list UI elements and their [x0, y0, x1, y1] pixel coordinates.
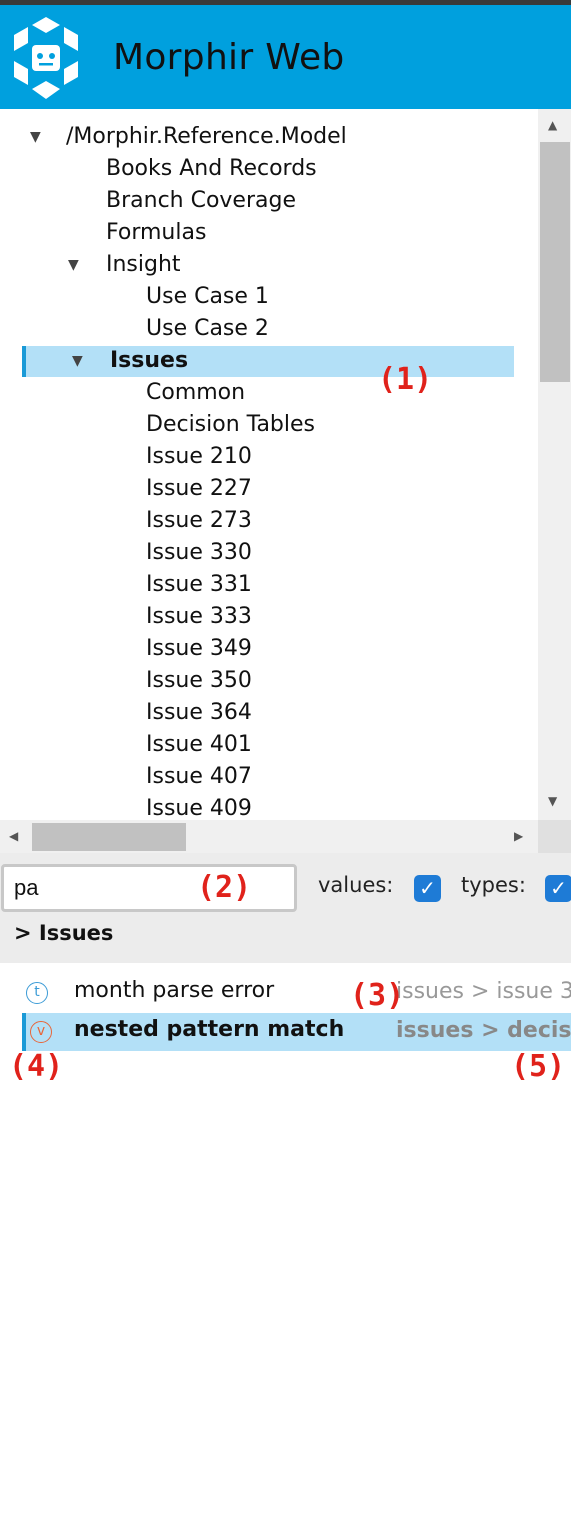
tree-item-label: Issue 273: [146, 508, 252, 533]
horizontal-scroll-thumb[interactable]: [32, 823, 186, 851]
tree-item-label: Issue 349: [146, 636, 252, 661]
tree-item-label: Issues: [110, 348, 189, 373]
morphir-logo-icon[interactable]: [8, 15, 84, 101]
tree-item-label: Issue 350: [146, 668, 252, 693]
scroll-down-icon[interactable]: ▼: [548, 794, 557, 808]
result-item-nested-pattern-match[interactable]: v nested pattern match issues > decisio: [22, 1013, 571, 1051]
result-name: month parse error: [74, 978, 275, 1003]
scroll-left-icon[interactable]: ◀: [9, 829, 18, 843]
callout-5: (5): [511, 1049, 566, 1084]
tree-item-label: Issue 330: [146, 540, 252, 565]
callout-3: (3): [350, 978, 405, 1013]
tree-item-label: Common: [146, 380, 246, 405]
tree-item-label: Use Case 2: [146, 316, 269, 341]
tree-selected-highlight: [22, 346, 514, 377]
vertical-scroll-thumb[interactable]: [540, 142, 570, 382]
tree-item-label: Decision Tables: [146, 412, 316, 437]
value-kind-icon: v: [30, 1021, 52, 1043]
tree-item-label: /Morphir.Reference.Model: [66, 124, 347, 149]
tree-item-label: Insight: [106, 252, 181, 277]
search-results: t month parse error issues > issue 3 v n…: [0, 963, 571, 1540]
tree-item-label: Issue 227: [146, 476, 252, 501]
result-path: issues > issue 3: [396, 979, 571, 1004]
app-header: Morphir Web: [0, 5, 571, 109]
tree-item-label: Issue 333: [146, 604, 252, 629]
module-tree: [0, 109, 571, 851]
scrollbar-corner: [538, 820, 571, 853]
type-kind-icon: t: [26, 982, 48, 1004]
types-filter-label: types:: [461, 873, 526, 897]
values-checkbox[interactable]: ✓: [414, 875, 441, 902]
tree-item-label: Issue 210: [146, 444, 252, 469]
search-input[interactable]: [1, 864, 297, 912]
callout-1: (1): [378, 362, 433, 397]
caret-down-icon[interactable]: ▼: [68, 249, 79, 281]
callout-2: (2): [197, 870, 252, 905]
types-checkbox[interactable]: ✓: [545, 875, 571, 902]
checkmark-icon: ✓: [419, 876, 436, 900]
tree-item-label: Issue 364: [146, 700, 252, 725]
tree-item-label: Issue 331: [146, 572, 252, 597]
result-name: nested pattern match: [74, 1017, 345, 1042]
checkmark-icon: ✓: [550, 876, 567, 900]
result-item-month-parse-error[interactable]: t month parse error issues > issue 3: [0, 974, 571, 1012]
tree-item-label: Use Case 1: [146, 284, 269, 309]
scroll-up-icon[interactable]: ▲: [548, 118, 557, 132]
result-path: issues > decisio: [396, 1018, 571, 1043]
values-filter-label: values:: [318, 873, 394, 897]
callout-4: (4): [9, 1049, 64, 1084]
breadcrumb[interactable]: > Issues: [14, 921, 113, 945]
tree-item-label: Formulas: [106, 220, 207, 245]
scroll-right-icon[interactable]: ▶: [514, 829, 523, 843]
caret-down-icon[interactable]: ▼: [72, 345, 83, 377]
caret-down-icon[interactable]: ▼: [30, 121, 41, 153]
tree-item-label: Books And Records: [106, 156, 317, 181]
app-title: Morphir Web: [113, 37, 345, 78]
tree-item-label: Branch Coverage: [106, 188, 296, 213]
tree-item-label: Issue 401: [146, 732, 252, 757]
tree-item-label: Issue 407: [146, 764, 252, 789]
